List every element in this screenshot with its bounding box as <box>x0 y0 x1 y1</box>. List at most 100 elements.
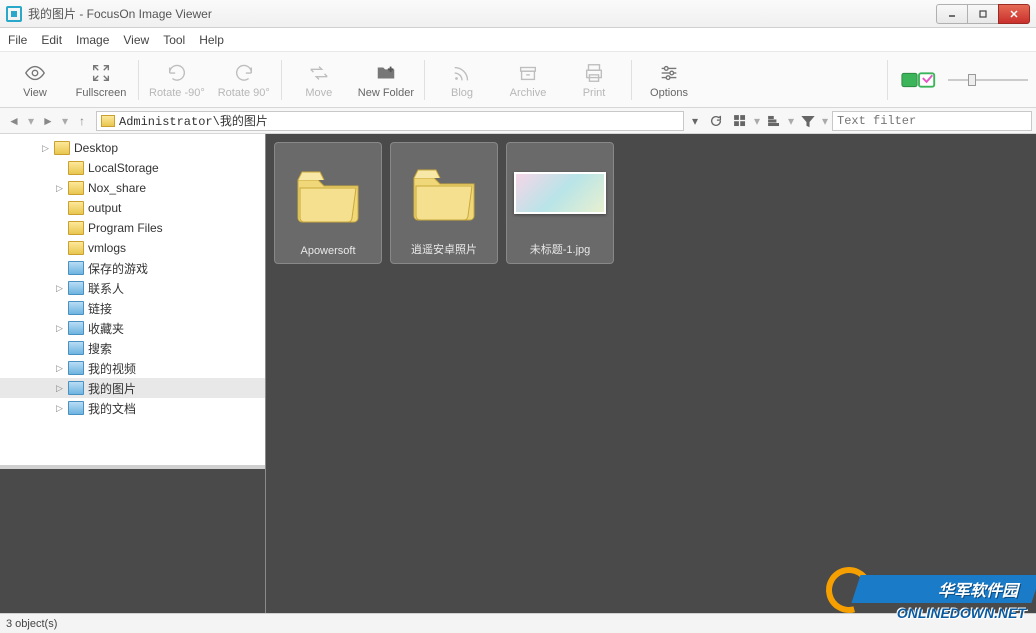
rotate-right-button[interactable]: Rotate 90° <box>217 56 271 104</box>
special-folder-icon <box>68 401 84 415</box>
zoom-slider[interactable] <box>948 79 1028 81</box>
new-folder-button[interactable]: New Folder <box>358 56 414 104</box>
content-pane[interactable]: Apowersoft 逍遥安卓照片 未标题-1.jpg <box>266 134 1036 613</box>
titlebar: 我的图片 - FocusOn Image Viewer <box>0 0 1036 28</box>
folder-tree[interactable]: ▷Desktop LocalStorage ▷ Nox_shareoutput Prog… <box>0 134 265 465</box>
fullscreen-button[interactable]: Fullscreen <box>74 56 128 104</box>
path-dropdown[interactable]: ▾ <box>688 114 702 128</box>
tree-item-label: 保存的游戏 <box>88 260 148 277</box>
preview-pane <box>0 465 265 613</box>
tree-item[interactable]: Program Files <box>0 218 265 238</box>
archive-icon <box>517 61 539 85</box>
special-folder-icon <box>68 261 84 275</box>
tree-item[interactable]: ▷Desktop <box>0 138 265 158</box>
special-folder-icon <box>68 321 84 335</box>
print-button[interactable]: Print <box>567 56 621 104</box>
eye-icon <box>24 61 46 85</box>
dual-pane-icon[interactable] <box>898 64 940 96</box>
menubar: File Edit Image View Tool Help <box>0 28 1036 52</box>
tree-item[interactable]: ▷我的文档 <box>0 398 265 418</box>
special-folder-icon <box>68 361 84 375</box>
expand-arrow-icon[interactable]: ▷ <box>56 383 68 394</box>
expand-arrow-icon[interactable]: ▷ <box>56 283 68 294</box>
tree-item-label: Nox_share <box>88 181 146 195</box>
expand-arrow-icon[interactable]: ▷ <box>42 143 54 154</box>
folder-icon <box>68 201 84 215</box>
rss-icon <box>451 61 473 85</box>
expand-arrow-icon[interactable]: ▷ <box>56 183 68 194</box>
archive-button[interactable]: Archive <box>501 56 555 104</box>
tree-item[interactable]: ▷ 我的图片 <box>0 378 265 398</box>
separator <box>424 60 425 100</box>
blog-button[interactable]: Blog <box>435 56 489 104</box>
tree-item[interactable]: 保存的游戏 <box>0 258 265 278</box>
folder-item[interactable]: 逍遥安卓照片 <box>390 142 498 264</box>
tree-item[interactable]: 搜索 <box>0 338 265 358</box>
view-mode-button[interactable] <box>730 111 750 131</box>
folder-icon <box>68 161 84 175</box>
tree-item-label: 链接 <box>88 300 112 317</box>
item-caption: 未标题-1.jpg <box>513 241 607 257</box>
move-button[interactable]: Move <box>292 56 346 104</box>
tree-item[interactable]: 链接 <box>0 298 265 318</box>
tree-item[interactable]: LocalStorage <box>0 158 265 178</box>
expand-arrow-icon[interactable]: ▷ <box>56 363 68 374</box>
separator <box>887 60 888 100</box>
toolbar: View Fullscreen Rotate -90° Rotate 90° M… <box>0 52 1036 108</box>
rotate-left-icon <box>166 61 188 85</box>
menu-image[interactable]: Image <box>76 33 109 47</box>
tree-item[interactable]: ▷我的视频 <box>0 358 265 378</box>
options-button[interactable]: Options <box>642 56 696 104</box>
sort-button[interactable] <box>764 111 784 131</box>
expand-arrow-icon[interactable]: ▷ <box>56 323 68 334</box>
folder-icon <box>54 141 70 155</box>
path-input[interactable]: Administrator\我的图片 <box>96 111 684 131</box>
image-thumbnail <box>513 149 607 237</box>
tree-item-label: Program Files <box>88 221 163 235</box>
minimize-button[interactable] <box>936 4 968 24</box>
menu-view[interactable]: View <box>123 33 149 47</box>
app-icon <box>6 6 22 22</box>
tree-item-label: 我的图片 <box>88 380 136 397</box>
tree-item-label: LocalStorage <box>88 161 159 175</box>
folder-icon <box>68 221 84 235</box>
nav-forward-button[interactable]: ► <box>38 111 58 131</box>
menu-help[interactable]: Help <box>199 33 224 47</box>
rotate-right-icon <box>233 61 255 85</box>
item-caption: Apowersoft <box>281 245 375 257</box>
filter-button[interactable] <box>798 111 818 131</box>
tree-item-label: 联系人 <box>88 280 124 297</box>
maximize-button[interactable] <box>967 4 999 24</box>
tree-item[interactable]: ▷ Nox_share <box>0 178 265 198</box>
tree-item[interactable]: ▷ 收藏夹 <box>0 318 265 338</box>
special-folder-icon <box>68 381 84 395</box>
separator <box>631 60 632 100</box>
nav-back-button[interactable]: ◄ <box>4 111 24 131</box>
item-caption: 逍遥安卓照片 <box>397 241 491 257</box>
image-item[interactable]: 未标题-1.jpg <box>506 142 614 264</box>
special-folder-icon <box>68 281 84 295</box>
slider-thumb[interactable] <box>968 74 976 86</box>
tree-item-label: 收藏夹 <box>88 320 124 337</box>
menu-file[interactable]: File <box>8 33 27 47</box>
rotate-left-button[interactable]: Rotate -90° <box>149 56 205 104</box>
menu-edit[interactable]: Edit <box>41 33 62 47</box>
refresh-button[interactable] <box>706 111 726 131</box>
view-button[interactable]: View <box>8 56 62 104</box>
expand-arrow-icon[interactable]: ▷ <box>56 403 68 414</box>
text-filter-input[interactable] <box>832 111 1032 131</box>
nav-up-button[interactable]: ↑ <box>72 111 92 131</box>
tree-item[interactable]: ▷ 联系人 <box>0 278 265 298</box>
address-bar: ◄ ▾ ► ▾ ↑ Administrator\我的图片 ▾ ▾ ▾ ▾ <box>0 108 1036 134</box>
folder-icon <box>397 149 491 237</box>
folder-icon <box>68 181 84 195</box>
close-button[interactable] <box>998 4 1030 24</box>
fullscreen-icon <box>90 61 112 85</box>
folder-icon <box>281 149 375 241</box>
menu-tool[interactable]: Tool <box>163 33 185 47</box>
folder-item[interactable]: Apowersoft <box>274 142 382 264</box>
tree-item[interactable]: output <box>0 198 265 218</box>
special-folder-icon <box>68 341 84 355</box>
tree-item-label: 搜索 <box>88 340 112 357</box>
tree-item[interactable]: vmlogs <box>0 238 265 258</box>
